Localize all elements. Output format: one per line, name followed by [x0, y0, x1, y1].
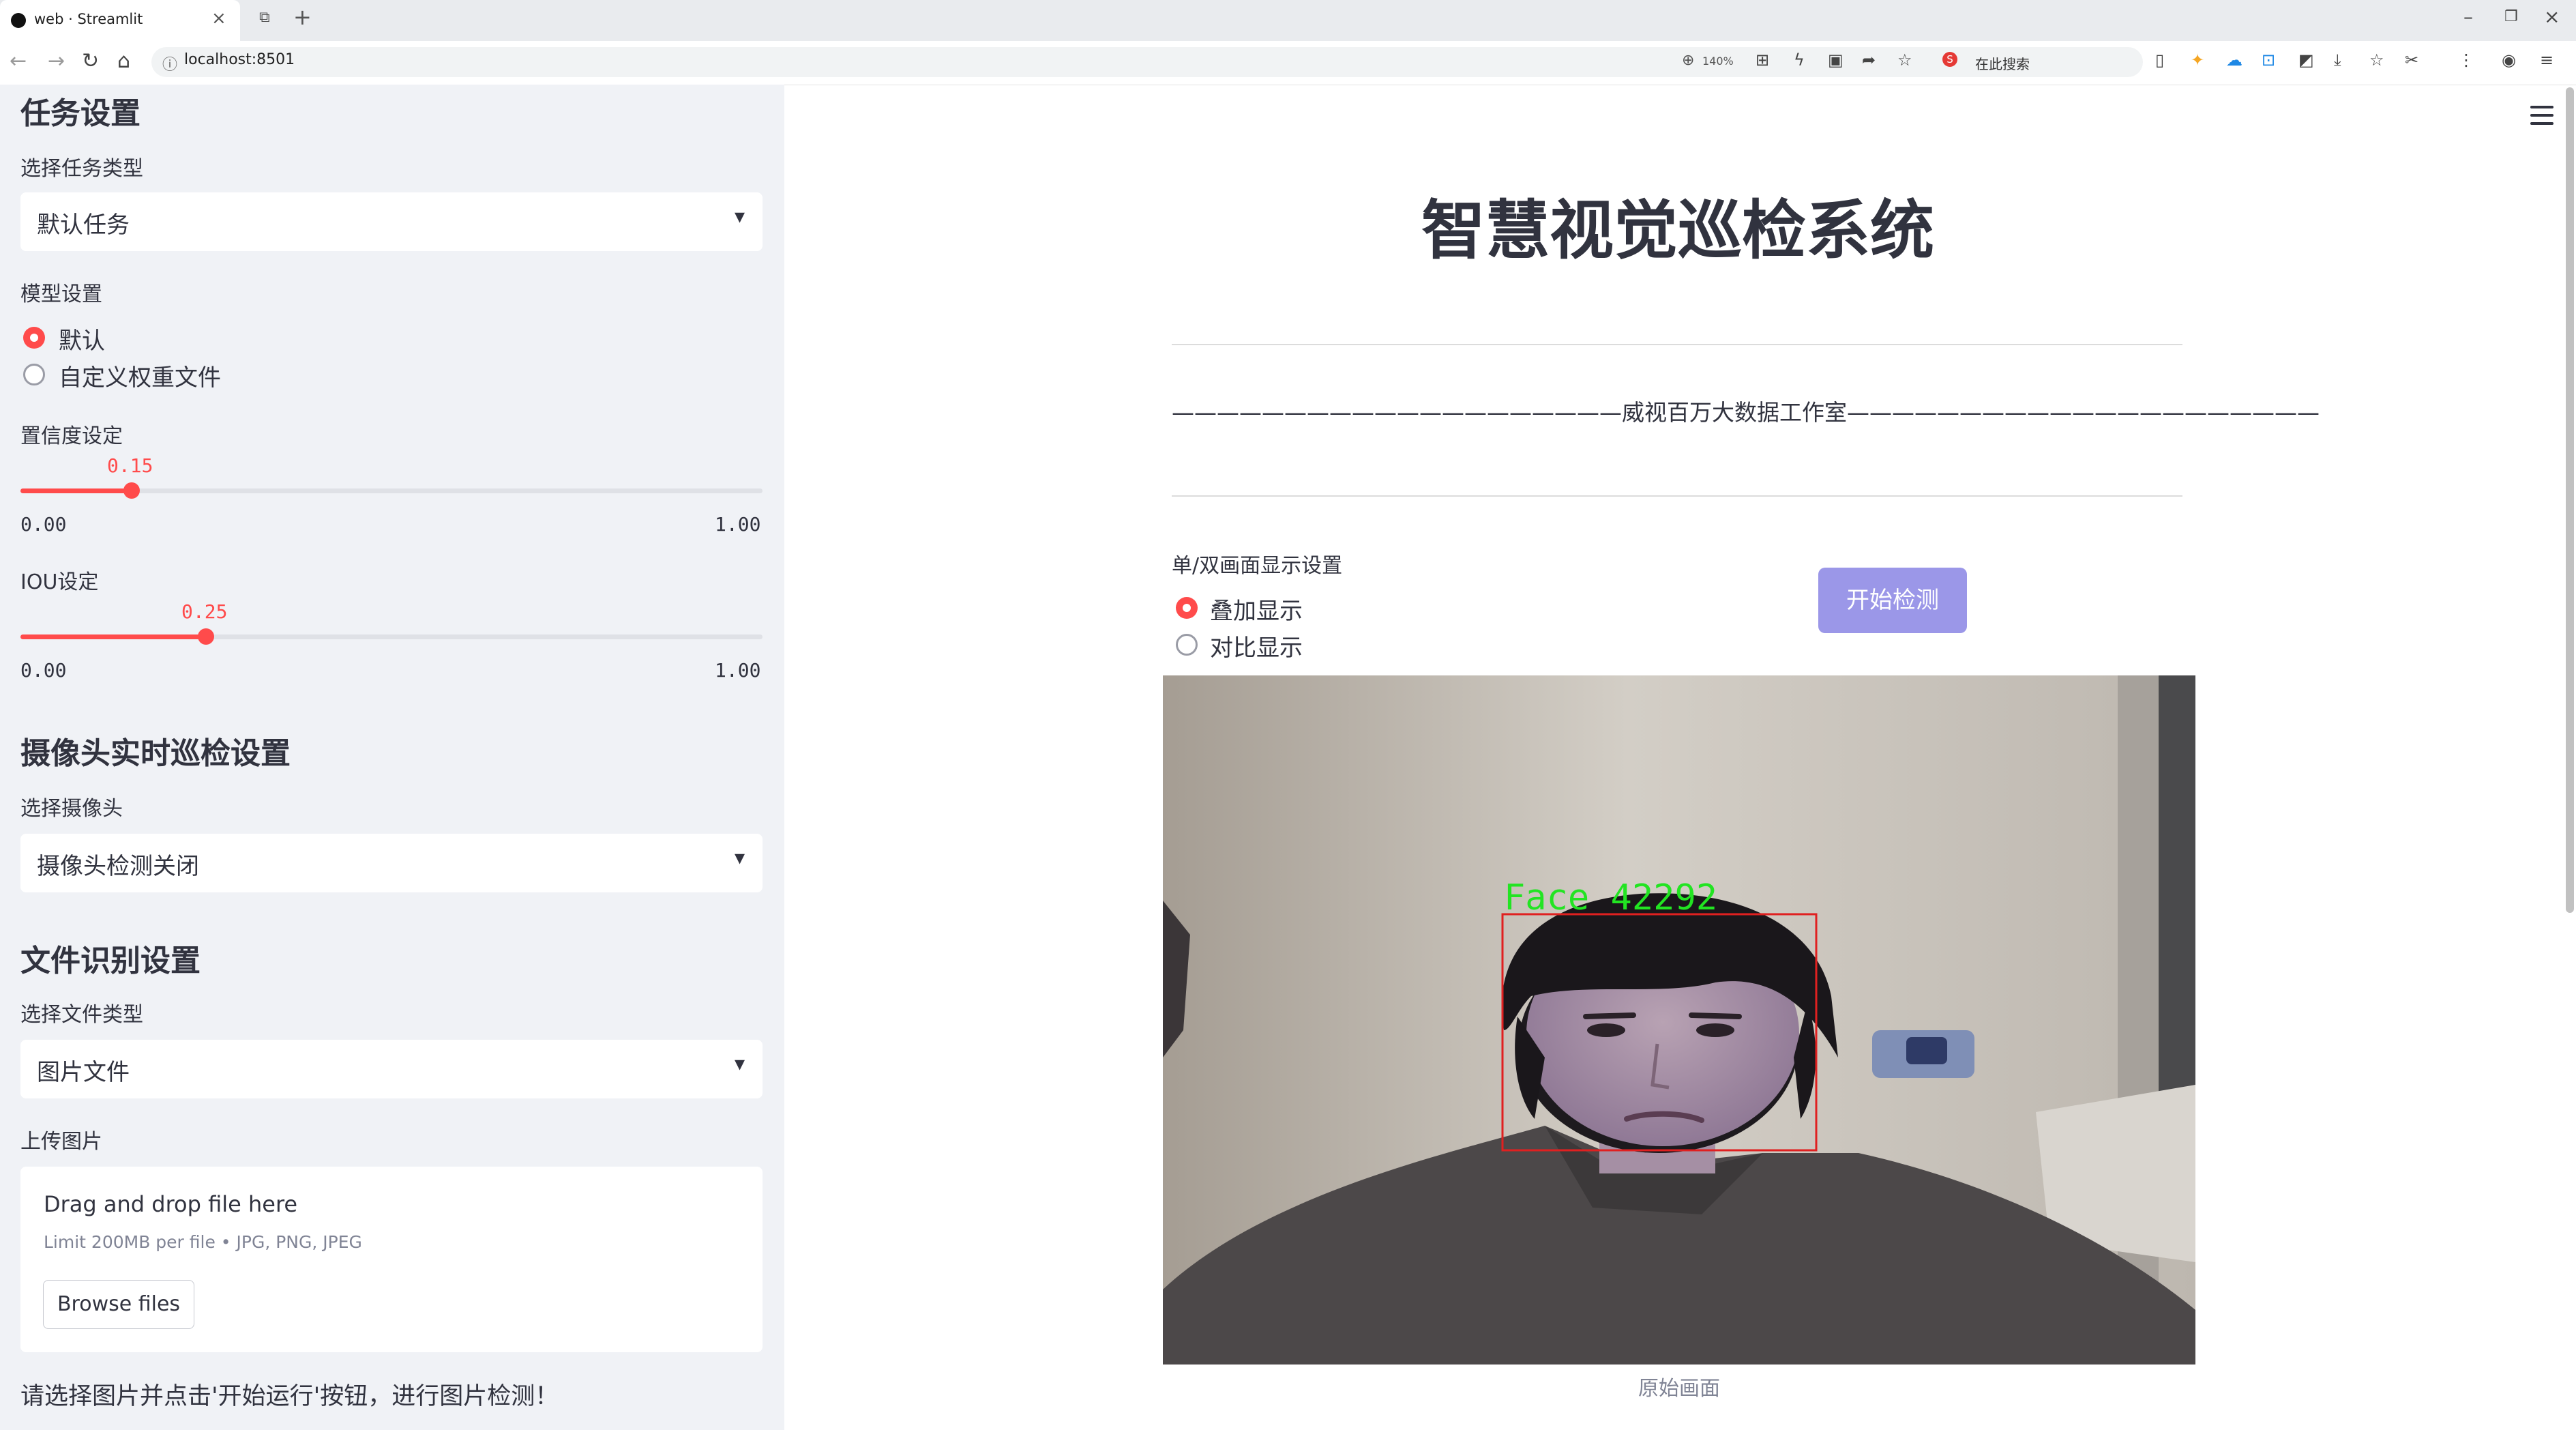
dropzone-title: Drag and drop file here [44, 1191, 298, 1217]
streamlit-favicon-icon [11, 13, 26, 28]
start-detection-button[interactable]: 开始检测 [1818, 568, 1967, 633]
home-icon[interactable]: ⌂ [117, 49, 130, 73]
camera-frame-image: Face 42292 [1163, 675, 2195, 1365]
iou-slider-fill [20, 634, 206, 639]
script-icon[interactable]: ◩ [2298, 50, 2314, 70]
model-radio-custom[interactable] [23, 364, 45, 385]
confidence-slider-thumb[interactable] [123, 482, 140, 499]
file-type-label: 选择文件类型 [20, 1003, 143, 1027]
translate-icon[interactable]: ⊞ [1756, 50, 1769, 70]
browse-files-button[interactable]: Browse files [43, 1280, 194, 1329]
download-icon[interactable]: ⤓ [2334, 50, 2341, 70]
browser-menu-icon[interactable]: ≡ [2540, 50, 2553, 70]
iou-label: IOU设定 [20, 570, 99, 594]
window-close-icon[interactable]: × [2544, 5, 2560, 28]
reload-icon[interactable]: ↻ [82, 49, 99, 73]
task-type-select[interactable]: 默认任务 ▾ [20, 192, 763, 251]
search-engine-icon[interactable]: S [1942, 52, 1957, 67]
divider-bottom [1172, 495, 2182, 497]
app-menu-icon[interactable] [2530, 106, 2553, 125]
iou-min: 0.00 [20, 659, 67, 682]
model-option-default: 默认 [59, 327, 105, 355]
confidence-slider-fill [20, 488, 132, 493]
camera-select-value: 摄像头检测关闭 [37, 853, 199, 880]
page-scrollbar[interactable] [2566, 87, 2574, 913]
star-icon[interactable]: ☆ [1897, 50, 1912, 70]
chevron-down-icon: ▾ [734, 1052, 745, 1076]
file-type-select[interactable]: 图片文件 ▾ [20, 1040, 763, 1098]
task-type-value: 默认任务 [37, 211, 130, 239]
back-icon[interactable]: ← [10, 49, 27, 73]
iou-slider[interactable] [20, 634, 763, 639]
confidence-label: 置信度设定 [20, 424, 123, 448]
dropzone-limit: Limit 200MB per file • JPG, PNG, JPEG [44, 1232, 362, 1252]
scissors-icon[interactable]: ✂ [2405, 50, 2418, 70]
confidence-min: 0.00 [20, 513, 67, 536]
model-settings-label: 模型设置 [20, 282, 102, 306]
bookmark-icon[interactable]: ▯ [2155, 50, 2164, 70]
page-title: 智慧视觉巡检系统 [1421, 194, 1934, 268]
url-input[interactable] [151, 47, 2143, 77]
task-settings-header: 任务设置 [20, 96, 140, 131]
new-tab-icon[interactable]: + [293, 4, 312, 30]
tab-title: web · Streamlit [34, 11, 143, 27]
task-type-label: 选择任务类型 [20, 157, 143, 181]
chevron-down-icon: ▾ [734, 846, 745, 870]
file-dropzone[interactable]: Drag and drop file here Limit 200MB per … [20, 1167, 763, 1352]
tab-group-icon[interactable]: ⧉ [259, 9, 270, 26]
model-radio-default[interactable] [23, 327, 45, 349]
zoom-level: 140% [1702, 55, 1734, 68]
restore-icon[interactable]: ❐ [2504, 8, 2518, 25]
favorites-icon[interactable]: ☆ [2369, 50, 2384, 70]
sidebar-instruction: 请选择图片并点击'开始运行'按钮，进行图片检测！ [20, 1383, 559, 1410]
confidence-max: 1.00 [715, 513, 761, 536]
lightning-icon[interactable]: ϟ [1794, 50, 1805, 70]
forward-icon[interactable]: → [48, 49, 65, 73]
iou-max: 1.00 [715, 659, 761, 682]
browser-tab-bar [0, 0, 2576, 41]
cloud-icon[interactable]: ☁ [2226, 50, 2242, 70]
camera-select-label: 选择摄像头 [20, 797, 123, 821]
tab-close-icon[interactable]: × [211, 8, 226, 29]
browser-search-field[interactable]: 在此搜索 [1975, 53, 2030, 73]
chevron-down-icon: ▾ [734, 205, 745, 229]
detection-frame: Face 42292 [1163, 675, 2195, 1365]
iou-value: 0.25 [181, 600, 228, 623]
iou-slider-thumb[interactable] [198, 628, 214, 645]
display-radio-overlay[interactable] [1176, 597, 1198, 619]
profile-icon[interactable]: ◉ [2502, 50, 2516, 70]
display-option-overlay: 叠加显示 [1210, 598, 1303, 625]
more-icon[interactable]: ⋮ [2458, 50, 2474, 70]
display-option-compare: 对比显示 [1210, 634, 1303, 662]
minimize-icon[interactable]: – [2463, 5, 2473, 28]
site-info-icon[interactable]: ⓘ [162, 53, 177, 74]
frame-caption: 原始画面 [1638, 1377, 1720, 1401]
file-type-value: 图片文件 [37, 1059, 130, 1086]
divider-top [1172, 344, 2182, 345]
camera-select[interactable]: 摄像头检测关闭 ▾ [20, 834, 763, 892]
zoom-icon[interactable]: ⊕ [1682, 52, 1694, 69]
display-radio-compare[interactable] [1176, 634, 1198, 656]
confidence-value: 0.15 [107, 454, 153, 477]
detection-label: Face 42292 [1504, 877, 1717, 918]
display-mode-label: 单/双画面显示设置 [1172, 554, 1343, 578]
share-icon[interactable]: ➦ [1862, 50, 1876, 70]
model-option-custom: 自定义权重文件 [59, 364, 221, 392]
file-settings-header: 文件识别设置 [20, 944, 201, 978]
camera-settings-header: 摄像头实时巡检设置 [20, 736, 291, 771]
studio-banner: ————————————————————威视百万大数据工作室——————————… [1172, 399, 2320, 426]
screenshot-icon[interactable]: ▣ [1828, 50, 1844, 70]
translate-ext-icon[interactable]: ⊡ [2262, 50, 2275, 70]
upload-label: 上传图片 [20, 1130, 102, 1154]
url-text: localhost:8501 [184, 51, 295, 68]
extension-icon[interactable]: ✦ [2191, 50, 2204, 70]
